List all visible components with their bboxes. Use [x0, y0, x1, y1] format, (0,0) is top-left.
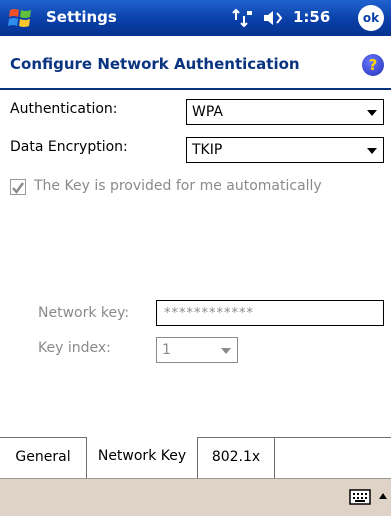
network-key-value: ************	[164, 306, 254, 321]
header-divider	[0, 88, 391, 90]
authentication-select[interactable]: WPA	[186, 99, 384, 125]
command-bar	[0, 478, 391, 516]
ok-button[interactable]: ok	[358, 5, 384, 31]
tab-802-1x[interactable]: 802.1x	[198, 438, 275, 478]
network-key-label: Network key:	[38, 305, 130, 321]
windows-flag-icon[interactable]	[7, 5, 35, 31]
tab-network-key[interactable]: Network Key	[87, 437, 198, 478]
chevron-down-icon	[367, 110, 377, 116]
data-encryption-value: TKIP	[192, 142, 223, 158]
keyboard-icon[interactable]	[349, 488, 371, 506]
checkmark-icon	[12, 182, 24, 194]
data-encryption-label: Data Encryption:	[10, 139, 128, 155]
auto-key-checkbox[interactable]	[10, 179, 26, 195]
authentication-label: Authentication:	[10, 101, 118, 117]
app-title: Settings	[46, 8, 117, 26]
data-encryption-select[interactable]: TKIP	[186, 137, 384, 163]
chevron-down-icon	[367, 148, 377, 154]
key-index-label: Key index:	[38, 340, 111, 356]
auto-key-label: The Key is provided for me automatically	[34, 178, 322, 194]
tab-general[interactable]: General	[0, 438, 87, 478]
help-icon[interactable]: ?	[362, 54, 384, 76]
page-title: Configure Network Authentication	[10, 55, 300, 73]
network-key-field[interactable]: ************	[156, 300, 384, 326]
authentication-value: WPA	[192, 104, 223, 120]
key-index-select[interactable]: 1	[156, 337, 238, 363]
tab-strip: General Network Key 802.1x	[0, 437, 391, 478]
connectivity-icon[interactable]	[232, 8, 254, 28]
title-bar: Settings 1:56 ok	[0, 0, 391, 36]
clock[interactable]: 1:56	[293, 8, 330, 26]
chevron-down-icon	[221, 348, 231, 354]
page-header: Configure Network Authentication ?	[0, 50, 391, 84]
key-index-value: 1	[162, 342, 171, 358]
volume-icon[interactable]	[262, 9, 286, 27]
input-menu-arrow-icon[interactable]	[379, 493, 387, 499]
